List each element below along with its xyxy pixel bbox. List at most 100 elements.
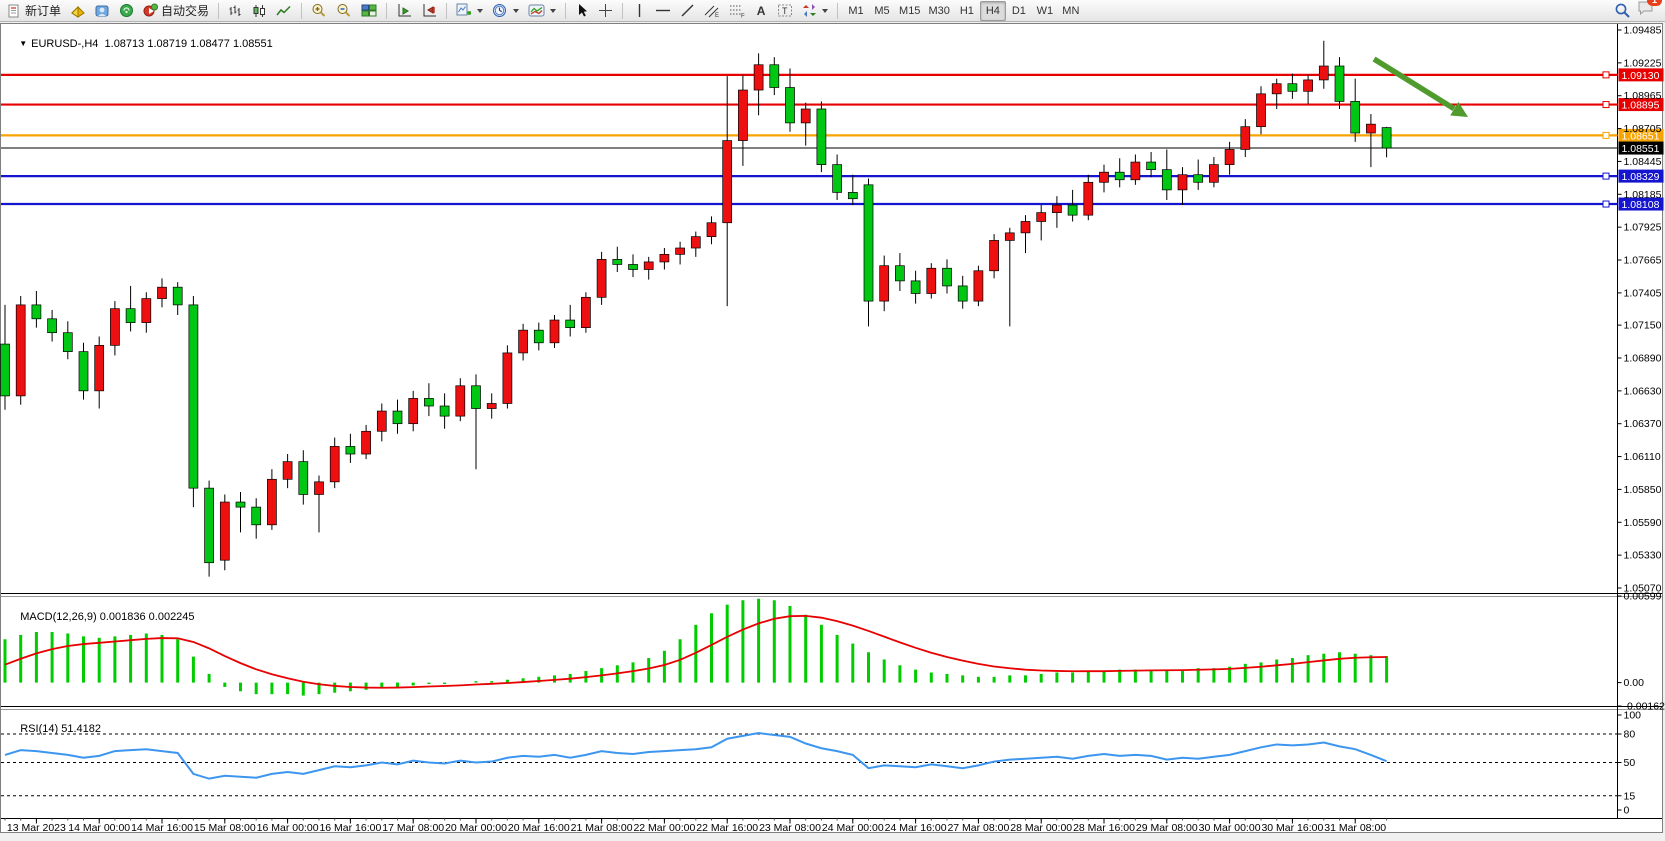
vertical-line-tool-button[interactable] bbox=[628, 1, 650, 21]
search-icon[interactable] bbox=[1614, 2, 1631, 19]
notifications-button[interactable]: 1 bbox=[1637, 0, 1655, 21]
candle-body bbox=[1257, 94, 1266, 127]
text-tool-button[interactable]: A bbox=[750, 1, 772, 21]
line-chart-mode-button[interactable] bbox=[272, 1, 296, 21]
price-level-handle[interactable] bbox=[1603, 132, 1609, 138]
templates-button[interactable] bbox=[524, 1, 560, 21]
time-axis-label: 17 Mar 08:00 bbox=[382, 822, 444, 834]
timeframe-button-d1[interactable]: D1 bbox=[1006, 1, 1032, 21]
candle-body bbox=[63, 333, 72, 352]
time-axis-label: 24 Mar 16:00 bbox=[885, 822, 947, 834]
candle-body bbox=[377, 411, 386, 431]
candle-body bbox=[786, 88, 795, 123]
candle-body bbox=[95, 345, 104, 390]
timeframe-button-w1[interactable]: W1 bbox=[1032, 1, 1058, 21]
timeframe-button-h1[interactable]: H1 bbox=[954, 1, 980, 21]
trend-arrow-shaft[interactable] bbox=[1374, 59, 1454, 109]
candle-body bbox=[79, 352, 88, 391]
price-level-handle[interactable] bbox=[1603, 72, 1609, 78]
candle-body bbox=[1162, 170, 1171, 190]
price-level-handle[interactable] bbox=[1603, 173, 1609, 179]
market-watch-icon bbox=[95, 4, 110, 18]
candle-body bbox=[597, 259, 606, 297]
cursor-tool-button[interactable] bbox=[571, 1, 593, 21]
timeframe-button-m15[interactable]: M15 bbox=[895, 1, 924, 21]
candle-body bbox=[1382, 128, 1391, 148]
bar-chart-mode-button[interactable] bbox=[224, 1, 247, 21]
timeframe-button-mn[interactable]: MN bbox=[1058, 1, 1084, 21]
zoom-out-button[interactable] bbox=[332, 1, 356, 21]
signals-button[interactable] bbox=[115, 1, 138, 21]
toolbar-right-cluster: 1 bbox=[1614, 0, 1661, 21]
price-level-handle[interactable] bbox=[1603, 201, 1609, 207]
price-tick-label: 1.08445 bbox=[1624, 156, 1662, 168]
candle-body bbox=[409, 398, 418, 423]
price-tick-label: 1.08705 bbox=[1624, 123, 1662, 135]
time-axis-label: 30 Mar 16:00 bbox=[1261, 822, 1323, 834]
charts-button[interactable] bbox=[66, 1, 90, 21]
rsi-scale-label: 80 bbox=[1624, 729, 1636, 741]
time-axis-label: 14 Mar 00:00 bbox=[68, 822, 130, 834]
indicators-button[interactable] bbox=[452, 1, 487, 21]
candle-body bbox=[48, 319, 57, 333]
price-tick-label: 1.08185 bbox=[1624, 189, 1662, 201]
candle-body bbox=[880, 266, 889, 301]
chart-shift-button[interactable] bbox=[417, 1, 441, 21]
candle-body bbox=[566, 320, 575, 328]
candle-body bbox=[1225, 149, 1234, 164]
time-axis-label: 20 Mar 00:00 bbox=[445, 822, 507, 834]
auto-scroll-button[interactable] bbox=[392, 1, 416, 21]
candle-body bbox=[32, 305, 41, 319]
candle-body bbox=[1, 344, 10, 396]
candle-body bbox=[1084, 182, 1093, 215]
toolbar-separator bbox=[565, 3, 566, 19]
zoom-in-icon bbox=[311, 3, 327, 18]
candle-body bbox=[1021, 221, 1030, 232]
trendline-tool-button[interactable] bbox=[676, 1, 699, 21]
bar-chart-icon bbox=[228, 4, 243, 18]
horizontal-line-tool-button[interactable] bbox=[651, 1, 675, 21]
candle-body bbox=[503, 353, 512, 404]
timeframe-button-m1[interactable]: M1 bbox=[843, 1, 869, 21]
candle-body bbox=[1068, 205, 1077, 215]
text-label-tool-button[interactable]: T bbox=[773, 1, 797, 21]
macd-indicator-label: MACD(12,26,9) 0.001836 0.002245 bbox=[8, 599, 195, 635]
price-tick-label: 1.06890 bbox=[1624, 352, 1662, 364]
new-order-button[interactable]: 新订单 bbox=[4, 1, 65, 21]
periods-button[interactable] bbox=[488, 1, 523, 21]
symbol-dropdown-icon[interactable]: ▼ bbox=[19, 39, 27, 48]
price-level-handle[interactable] bbox=[1603, 102, 1609, 108]
cursor-icon bbox=[576, 3, 589, 18]
time-axis-label: 31 Mar 08:00 bbox=[1324, 822, 1386, 834]
price-tick-label: 1.06370 bbox=[1624, 418, 1662, 430]
candle-body bbox=[440, 406, 449, 416]
rsi-line bbox=[5, 733, 1387, 779]
market-watch-button[interactable] bbox=[91, 1, 114, 21]
candle-body bbox=[1304, 80, 1313, 91]
candlestick-mode-button[interactable] bbox=[248, 1, 271, 21]
candle-body bbox=[315, 482, 324, 495]
timeframe-button-h4[interactable]: H4 bbox=[980, 1, 1006, 21]
chart-canvas[interactable]: 1.091301.088951.086511.083291.081081.085… bbox=[0, 0, 1665, 841]
tile-windows-button[interactable] bbox=[357, 1, 381, 21]
timeframe-button-m30[interactable]: M30 bbox=[924, 1, 953, 21]
timeframe-button-m5[interactable]: M5 bbox=[869, 1, 895, 21]
arrows-caret-icon bbox=[822, 9, 828, 13]
candle-body bbox=[1194, 175, 1203, 183]
candle-body bbox=[346, 446, 355, 454]
candle-body bbox=[534, 330, 543, 343]
autotrading-button[interactable]: 自动交易 bbox=[139, 1, 213, 21]
price-tick-label: 1.07150 bbox=[1624, 320, 1662, 332]
candle-body bbox=[660, 254, 669, 262]
crosshair-tool-button[interactable] bbox=[594, 1, 617, 21]
fibonacci-tool-button[interactable]: F bbox=[725, 1, 749, 21]
candle-body bbox=[299, 462, 308, 495]
equidistant-channel-tool-button[interactable]: E bbox=[700, 1, 724, 21]
price-tick-label: 1.07665 bbox=[1624, 255, 1662, 267]
gold-chart-icon bbox=[70, 4, 86, 18]
arrows-tool-button[interactable] bbox=[798, 1, 832, 21]
candle-body bbox=[990, 240, 999, 270]
zoom-in-button[interactable] bbox=[307, 1, 331, 21]
candle-body bbox=[911, 281, 920, 294]
price-tick-label: 1.06110 bbox=[1624, 451, 1661, 463]
